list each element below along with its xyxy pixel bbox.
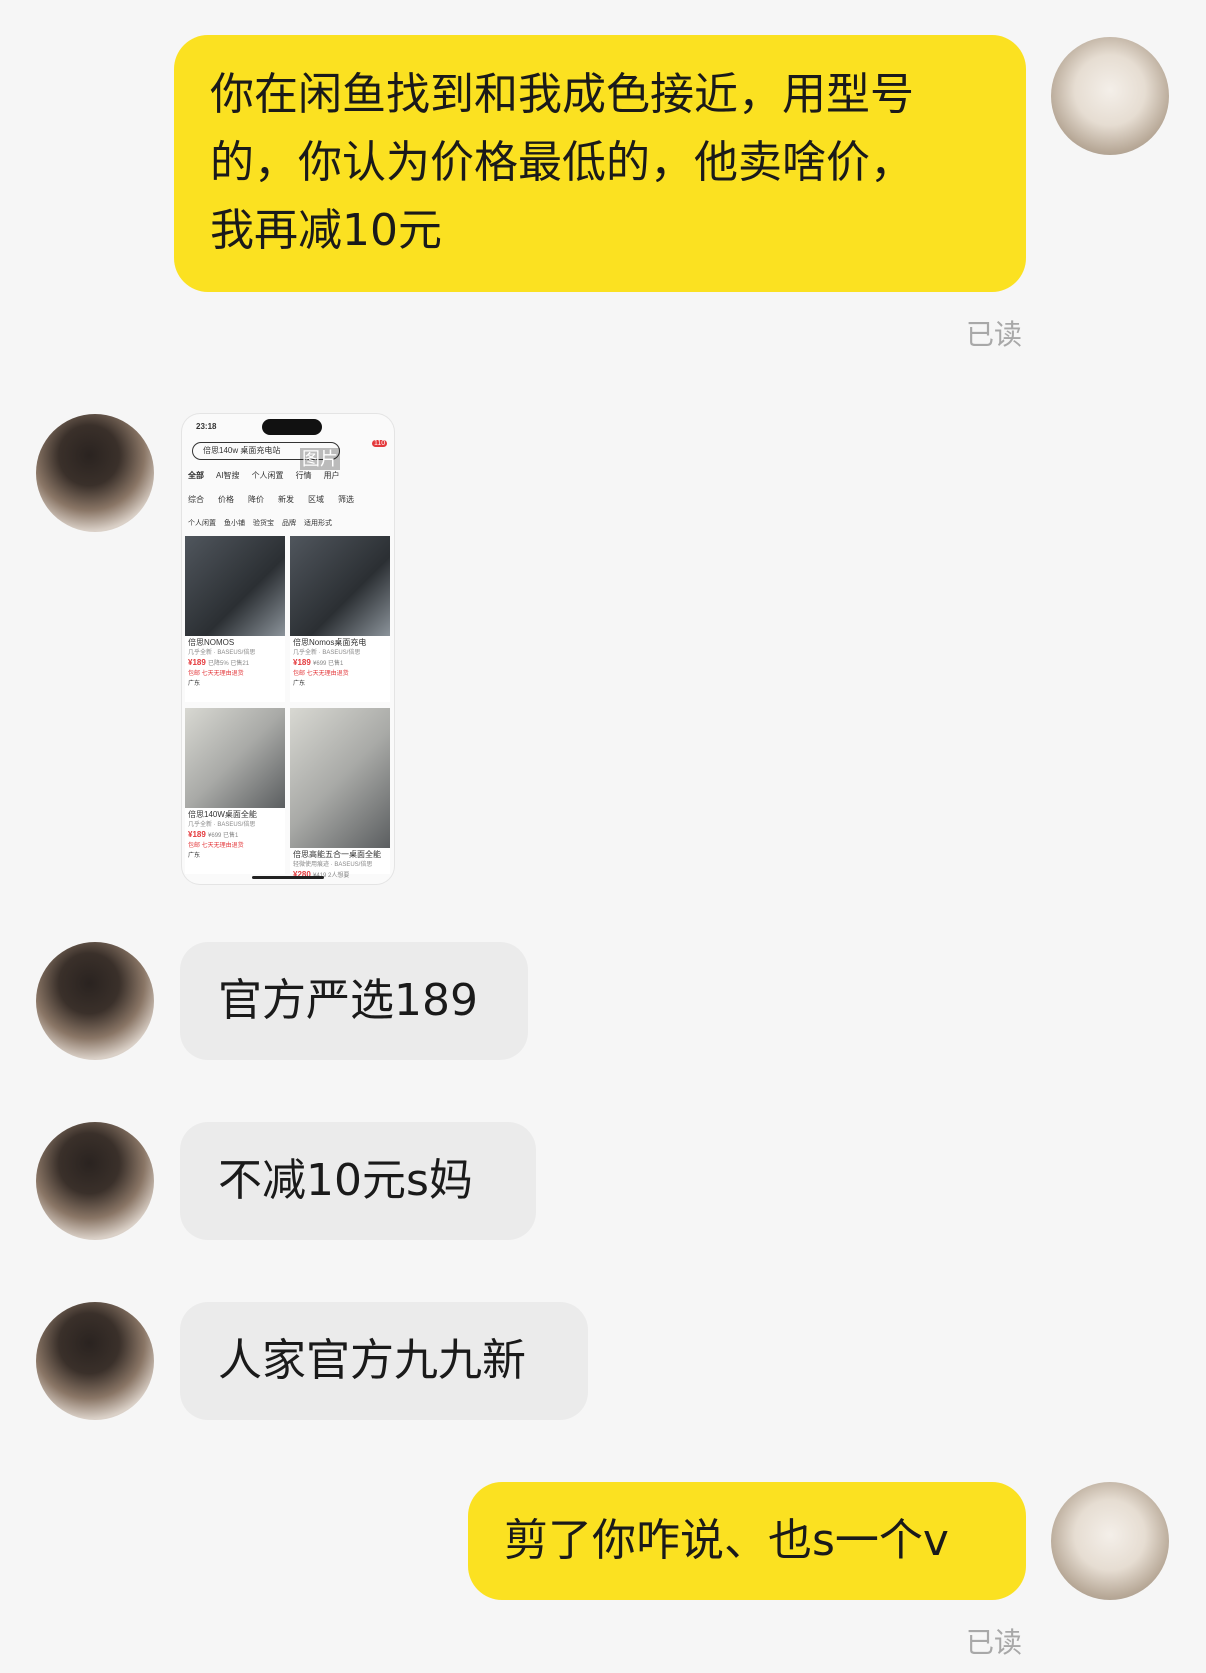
product-title: 倍思140W桌面全能 (188, 810, 257, 819)
their-message-bubble[interactable]: 不减10元s妈 (180, 1122, 536, 1240)
my-message-bubble[interactable]: 你在闲鱼找到和我成色接近，用型号 的，你认为价格最低的，他卖啥价， 我再减10元 (174, 35, 1026, 292)
contact-avatar[interactable] (36, 414, 154, 532)
their-message-bubble[interactable]: 官方严选189 (180, 942, 528, 1060)
dynamic-island (262, 419, 322, 435)
image-message-screenshot[interactable]: 23:18 倍思140w 桌面充电站 110 图片 全部 AI智搜 个人闲置 行… (182, 414, 394, 884)
thumbnail-chips: 个人闲置 鱼小铺 验货宝 品牌 适用形式 (188, 518, 332, 528)
thumbnail-product-card: 倍思高能五合一桌面全能 轻微使用痕迹 · BASEUS/倍思 ¥280 ¥419… (290, 708, 390, 879)
thumbnail-chip: 个人闲置 (188, 520, 216, 527)
product-tag: 包邮 七天无理由退货 (188, 671, 244, 677)
my-avatar[interactable] (1051, 37, 1169, 155)
product-title: 倍思高能五合一桌面全能 (293, 850, 381, 859)
thumbnail-badge: 110 (372, 440, 388, 447)
message-line: 我再减10元 (210, 205, 442, 256)
read-status: 已读 (966, 318, 1023, 351)
product-price: ¥189 (293, 658, 311, 667)
product-price: ¥189 (188, 658, 206, 667)
thumbnail-tab: 个人闲置 (251, 471, 284, 480)
my-message-bubble[interactable]: 剪了你咋说、也s一个v (468, 1482, 1026, 1600)
contact-avatar[interactable] (36, 942, 154, 1060)
thumbnail-search-text: 倍思140w 桌面充电站 (203, 446, 281, 455)
product-price: ¥189 (188, 830, 206, 839)
product-image (290, 708, 390, 848)
thumbnail-filter: 新发 (278, 495, 294, 504)
product-condition: 几乎全新 · BASEUS/倍思 (293, 650, 361, 656)
product-location: 广东 (188, 853, 201, 859)
product-tag: 包邮 七天无理由退货 (188, 843, 244, 849)
product-location: 广东 (188, 681, 201, 687)
product-image (185, 708, 285, 808)
message-line: 的，你认为价格最低的，他卖啥价， (210, 137, 914, 188)
thumbnail-filter: 降价 (248, 495, 264, 504)
product-condition: 几乎全新 · BASEUS/倍思 (188, 822, 256, 828)
message-line: 你在闲鱼找到和我成色接近，用型号 (210, 69, 914, 120)
product-title: 倍思Nomos桌面充电 (293, 638, 367, 647)
thumbnail-tab: 全部 (188, 471, 204, 480)
thumbnail-tab: 用户 (323, 471, 340, 480)
product-tag: 包邮 七天无理由退货 (293, 671, 349, 677)
their-message-bubble[interactable]: 人家官方九九新 (180, 1302, 588, 1420)
thumbnail-chip: 验货宝 (253, 520, 274, 527)
product-image (290, 536, 390, 636)
product-condition: 轻微使用痕迹 · BASEUS/倍思 (293, 862, 373, 868)
product-extra: ¥699 已售1 (208, 833, 239, 839)
contact-avatar[interactable] (36, 1302, 154, 1420)
thumbnail-filters: 综合 价格 降价 新发 区域 筛选 (188, 494, 354, 505)
message-text: 剪了你咋说、也s一个v (504, 1515, 949, 1566)
thumbnail-filter: 综合 (188, 495, 204, 504)
product-location: 广东 (293, 681, 306, 687)
image-label: 图片 (300, 448, 340, 470)
product-extra: ¥699 已售1 (313, 661, 344, 667)
thumbnail-product-card: 倍思NOMOS 几乎全新 · BASEUS/倍思 ¥189 已降5% 已售21 … (185, 536, 285, 702)
thumbnail-time: 23:18 (196, 422, 217, 431)
thumbnail-chip: 鱼小铺 (224, 520, 245, 527)
thumbnail-tab: AI智搜 (216, 471, 240, 480)
product-image (185, 536, 285, 636)
thumbnail-filter: 筛选 (338, 495, 354, 504)
thumbnail-product-card: 倍思Nomos桌面充电 几乎全新 · BASEUS/倍思 ¥189 ¥699 已… (290, 536, 390, 702)
message-text: 人家官方九九新 (218, 1335, 526, 1386)
product-condition: 几乎全新 · BASEUS/倍思 (188, 650, 256, 656)
thumbnail-filter: 价格 (218, 495, 234, 504)
thumbnail-filter: 区域 (308, 495, 324, 504)
message-text: 官方严选189 (218, 975, 478, 1026)
product-title: 倍思NOMOS (188, 638, 235, 647)
home-indicator (252, 876, 324, 879)
contact-avatar[interactable] (36, 1122, 154, 1240)
message-text: 不减10元s妈 (218, 1155, 473, 1206)
thumbnail-tab: 行情 (295, 471, 312, 480)
thumbnail-chip: 适用形式 (304, 520, 332, 527)
product-extra: 已降5% 已售21 (208, 661, 250, 667)
read-status: 已读 (966, 1626, 1023, 1659)
thumbnail-chip: 品牌 (282, 520, 296, 527)
thumbnail-product-card: 倍思140W桌面全能 几乎全新 · BASEUS/倍思 ¥189 ¥699 已售… (185, 708, 285, 874)
thumbnail-status-bar: 23:18 (182, 414, 394, 438)
thumbnail-tabs: 全部 AI智搜 个人闲置 行情 用户 (188, 470, 340, 481)
my-avatar[interactable] (1051, 1482, 1169, 1600)
